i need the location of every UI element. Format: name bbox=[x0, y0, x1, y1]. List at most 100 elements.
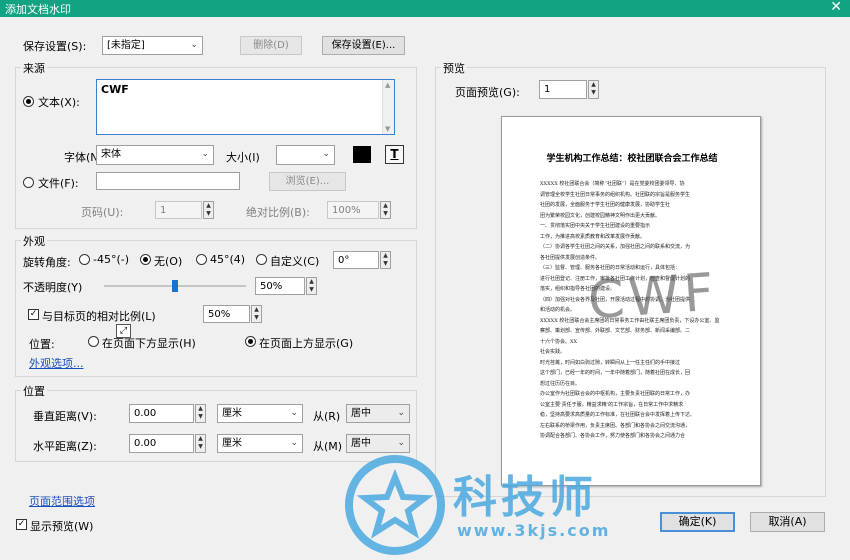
vertical-distance-input[interactable]: 0.00 bbox=[129, 404, 194, 423]
opacity-input[interactable]: 50% bbox=[255, 277, 305, 295]
preview-text-line: 工作，为推进高校素质教育和改革发展作贡献。 bbox=[540, 233, 646, 240]
preview-text-line: 这个部门，已经一年的时间，一年中随着部门，随着社团在成长，回 bbox=[540, 370, 691, 376]
preview-text-line: 协调配合各部门、各协会工作，努力使各部门和各协会之间通力合 bbox=[540, 433, 686, 439]
opacity-label: 不透明度(Y) bbox=[23, 281, 83, 294]
position-label: 位置: bbox=[29, 338, 55, 351]
horizontal-from-label: 从(M) bbox=[313, 440, 343, 453]
preview-text-line: 公室主要‘责任于服，精益求精’的工作宗旨，在日常工作中求精求 bbox=[540, 401, 684, 408]
appearance-group-title: 外观 bbox=[21, 233, 47, 249]
watermark-text-input[interactable]: CWF ▲ ▼ bbox=[96, 79, 395, 135]
page-preview-spinner[interactable]: ▲ ▼ bbox=[588, 80, 599, 99]
rotation-minus45-label: -45°(-) bbox=[93, 253, 130, 266]
preview-text-line: 一、贯彻落实团中央关于学生社团建设的重要指示 bbox=[540, 223, 651, 229]
file-radio-label: 文件(F): bbox=[38, 177, 79, 190]
save-settings-label: 保存设置(S): bbox=[23, 40, 87, 53]
rotation-custom-label: 自定义(C) bbox=[270, 255, 320, 268]
preview-text-line: 调管理全校学生社团日常事务的组织机构。社团联的宗旨是服务学生 bbox=[540, 191, 691, 198]
watermark-text-value: CWF bbox=[101, 83, 129, 96]
save-settings-value: [未指定] bbox=[107, 40, 145, 51]
relative-scale-input[interactable]: 50% bbox=[203, 305, 250, 323]
position-above-radio[interactable] bbox=[245, 336, 256, 347]
vertical-from-select[interactable]: 居中 ⌄ bbox=[346, 404, 410, 423]
chevron-down-icon: ⌄ bbox=[397, 438, 405, 448]
horizontal-from-value: 居中 bbox=[351, 438, 371, 449]
brand-name: 科技师 bbox=[453, 472, 597, 523]
file-radio[interactable] bbox=[23, 177, 34, 188]
horizontal-distance-label: 水平距离(Z): bbox=[33, 440, 97, 453]
rotation-none-label: 无(O) bbox=[154, 255, 183, 268]
vertical-unit-select[interactable]: 厘米 ⌄ bbox=[217, 404, 303, 423]
scroll-down-icon[interactable]: ▼ bbox=[385, 125, 390, 133]
save-settings-button[interactable]: 保存设置(E)... bbox=[322, 36, 405, 55]
page-number-input[interactable]: 1 bbox=[155, 201, 202, 219]
relative-scale-label: 与目标页的相对比例(L) bbox=[42, 310, 156, 323]
cancel-button[interactable]: 取消(A) bbox=[750, 512, 825, 532]
scroll-up-icon[interactable]: ▲ bbox=[385, 81, 390, 89]
vertical-unit-value: 厘米 bbox=[222, 408, 242, 419]
vertical-distance-label: 垂直距离(V): bbox=[33, 410, 97, 423]
preview-text-line: 稳，坚持高要求高质量的工作标准，在社团联合会中发挥着上传下达、 bbox=[540, 412, 696, 418]
custom-angle-spinner[interactable]: ▲ ▼ bbox=[380, 251, 391, 269]
vertical-from-value: 居中 bbox=[351, 408, 371, 419]
page-preview-label: 页面预览(G): bbox=[455, 86, 520, 99]
page-number-label: 页码(U): bbox=[81, 206, 124, 219]
show-preview-label: 显示预览(W) bbox=[30, 520, 94, 533]
preview-text-line: 想过往历历在目。 bbox=[540, 380, 581, 387]
save-settings-select[interactable]: [未指定] ⌄ bbox=[102, 36, 203, 55]
page-preview-input[interactable]: 1 bbox=[539, 80, 587, 99]
horizontal-from-select[interactable]: 居中 ⌄ bbox=[346, 434, 410, 453]
rotation-label: 旋转角度: bbox=[23, 256, 71, 269]
rotation-minus45-radio[interactable] bbox=[79, 254, 90, 265]
close-icon[interactable]: ✕ bbox=[830, 0, 842, 15]
chevron-down-icon: ⌄ bbox=[201, 149, 209, 159]
vertical-distance-spinner[interactable]: ▲ ▼ bbox=[195, 404, 206, 423]
horizontal-unit-value: 厘米 bbox=[222, 438, 242, 449]
absolute-scale-label: 绝对比例(B): bbox=[246, 206, 310, 219]
preview-group-title: 预览 bbox=[441, 60, 467, 76]
custom-angle-input[interactable]: 0° bbox=[333, 251, 379, 269]
relative-scale-spinner[interactable]: ▲ ▼ bbox=[251, 305, 262, 323]
brand-logo-icon bbox=[345, 455, 445, 555]
preview-text-line: 各社团提供发展创造条件。 bbox=[540, 254, 601, 261]
absolute-scale-spinner[interactable]: ▲ ▼ bbox=[380, 201, 391, 219]
font-select[interactable]: 宋体 ⌄ bbox=[96, 145, 214, 165]
page-range-options-link[interactable]: 页面范围选项 bbox=[29, 493, 95, 509]
relative-scale-checkbox[interactable]: ✓ bbox=[28, 309, 39, 320]
source-group-title: 来源 bbox=[21, 60, 47, 76]
appearance-options-link[interactable]: 外观选项... bbox=[29, 355, 84, 371]
browse-button[interactable]: 浏览(E)... bbox=[269, 172, 346, 191]
horizontal-distance-input[interactable]: 0.00 bbox=[129, 434, 194, 453]
preview-text-line: 十六个协会。XX bbox=[540, 338, 578, 345]
rotation-custom-radio[interactable] bbox=[256, 254, 267, 265]
chevron-down-icon: ⌄ bbox=[290, 438, 298, 448]
page-number-spinner[interactable]: ▲ ▼ bbox=[203, 201, 214, 219]
horizontal-unit-select[interactable]: 厘米 ⌄ bbox=[217, 434, 303, 453]
size-select[interactable]: ⌄ bbox=[276, 145, 335, 165]
window-title: 添加文档水印 bbox=[5, 3, 71, 16]
vertical-from-label: 从(R) bbox=[313, 410, 341, 423]
position-below-radio[interactable] bbox=[88, 336, 99, 347]
horizontal-distance-spinner[interactable]: ▲ ▼ bbox=[195, 434, 206, 453]
size-label: 大小(I) bbox=[226, 151, 260, 164]
preview-text-line: 办公室作为社团联合会的中枢机构，主要负责社团联的日常工作，办 bbox=[540, 391, 691, 397]
preview-watermark: CWF bbox=[586, 262, 720, 332]
rotation-45-radio[interactable] bbox=[196, 254, 207, 265]
opacity-slider[interactable] bbox=[104, 280, 246, 292]
opacity-spinner[interactable]: ▲ ▼ bbox=[306, 277, 317, 295]
delete-button[interactable]: 删除(D) bbox=[240, 36, 302, 55]
opacity-slider-thumb[interactable] bbox=[172, 280, 178, 292]
absolute-scale-input[interactable]: 100% bbox=[327, 201, 379, 219]
ok-button[interactable]: 确定(K) bbox=[660, 512, 735, 532]
show-preview-checkbox[interactable]: ✓ bbox=[16, 519, 27, 530]
text-scrollbar[interactable]: ▲ ▼ bbox=[382, 80, 394, 134]
file-path-input[interactable] bbox=[96, 172, 240, 190]
preview-doc-title: 学生机构工作总结：校社团联合会工作总结 bbox=[546, 154, 718, 164]
text-format-icon[interactable]: T bbox=[385, 145, 404, 164]
preview-text-line: XXXXX 校社团联合会（简称“社团联”）是在党委校团委领导、协 bbox=[540, 181, 685, 187]
text-color-swatch[interactable] bbox=[353, 146, 371, 163]
preview-text-line: 社会实践。 bbox=[540, 349, 566, 355]
chevron-down-icon: ⌄ bbox=[290, 408, 298, 418]
text-radio[interactable] bbox=[23, 96, 34, 107]
rotation-none-radio[interactable] bbox=[140, 254, 151, 265]
chevron-down-icon: ⌄ bbox=[190, 40, 198, 50]
